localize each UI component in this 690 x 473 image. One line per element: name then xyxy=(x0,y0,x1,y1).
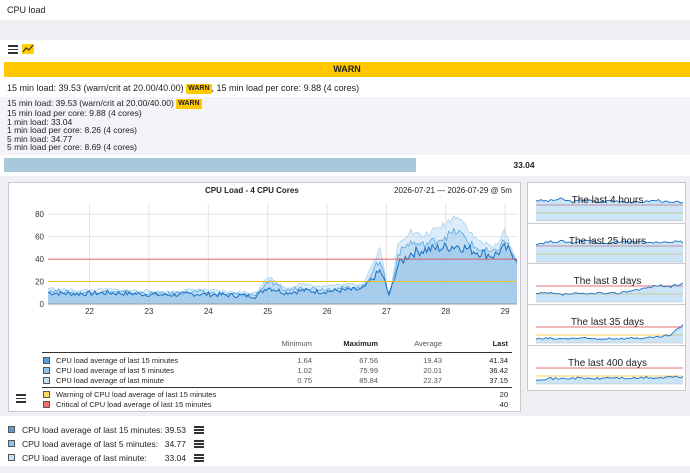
legend-divider xyxy=(42,352,512,353)
legend-avg: 19.43 xyxy=(423,356,442,365)
details-line: 15 min load per core: 9.88 (4 cores) xyxy=(7,108,142,118)
legend-name: CPU load average of last 5 minutes xyxy=(56,366,174,375)
thumbnail-label: The last 25 hours xyxy=(568,236,647,247)
legend-row: CPU load average of last 15 minutes 1.64… xyxy=(42,356,512,366)
legend-min: 1.02 xyxy=(297,366,312,375)
details-line: 1 min load per core: 8.26 (4 cores) xyxy=(7,125,137,135)
thumbnail-label: The last 4 hours xyxy=(571,195,644,206)
legend-last: 20 xyxy=(499,390,508,399)
thumbnail-label: The last 400 days xyxy=(568,358,647,369)
legend-swatch xyxy=(43,357,50,364)
footer-strip xyxy=(0,466,690,473)
metric-menu-icon[interactable] xyxy=(194,454,204,462)
legend-min: 0.75 xyxy=(297,376,312,385)
legend-row: CPU load average of last 5 minutes 1.02 … xyxy=(42,366,512,376)
details-line: 5 min load per core: 8.69 (4 cores) xyxy=(7,142,137,152)
legend-row: Warning of CPU load average of last 15 m… xyxy=(42,390,512,400)
metric-menu-icon[interactable] xyxy=(194,440,204,448)
legend-header-minimum: Minimum xyxy=(281,339,312,348)
series-area xyxy=(48,243,517,304)
legend-max: 85.84 xyxy=(359,376,378,385)
y-tick-label: 40 xyxy=(35,255,44,264)
x-tick-label: 24 xyxy=(204,307,213,316)
page-title: CPU load xyxy=(0,0,690,20)
legend-row: CPU load average of last minute 0.75 85.… xyxy=(42,376,512,386)
y-tick-label: 0 xyxy=(40,300,45,309)
state-badge: WARN xyxy=(4,62,690,77)
details-warn-badge: WARN xyxy=(176,99,202,109)
x-tick-label: 26 xyxy=(323,307,332,316)
summary-suffix: , 15 min load per core: 9.88 (4 cores) xyxy=(211,83,360,93)
thumbnail-label: The last 8 days xyxy=(573,276,642,287)
legend-name: CPU load average of last minute xyxy=(56,376,164,385)
legend-last: 36.42 xyxy=(489,366,508,375)
legend-max: 75.99 xyxy=(359,366,378,375)
menu-icon[interactable] xyxy=(8,45,18,54)
metric-swatch xyxy=(8,426,15,433)
graph-icon[interactable] xyxy=(22,44,34,54)
service-details: 15 min load: 39.53 (warn/crit at 20.00/4… xyxy=(0,97,690,155)
thumbnail-graph[interactable]: The last 8 days xyxy=(527,263,686,309)
metric-swatch xyxy=(8,440,15,447)
legend-last: 41.34 xyxy=(489,356,508,365)
metric-value: 33.04 xyxy=(164,453,186,463)
thumbnail-sparkline xyxy=(535,367,684,385)
legend-swatch xyxy=(43,401,50,408)
header-spacer xyxy=(0,20,690,40)
x-tick-label: 29 xyxy=(501,307,510,316)
cpu-load-chart[interactable]: 0 20 40 60 80 22 23 24 25 26 27 28 29 xyxy=(20,198,520,323)
x-tick-label: 22 xyxy=(85,307,94,316)
metric-swatch xyxy=(8,454,15,461)
y-tick-label: 60 xyxy=(35,233,44,242)
graph-title: CPU Load - 4 CPU Cores xyxy=(205,186,299,195)
legend-swatch xyxy=(43,367,50,374)
legend-last: 40 xyxy=(499,400,508,409)
summary-prefix: 15 min load: 39.53 (warn/crit at 20.00/4… xyxy=(7,83,184,93)
legend-menu-icon[interactable] xyxy=(16,394,26,403)
toolbar xyxy=(0,40,690,60)
metric-menu-icon[interactable] xyxy=(194,426,204,434)
legend-last: 37.15 xyxy=(489,376,508,385)
x-tick-label: 27 xyxy=(382,307,391,316)
legend-name: CPU load average of last 15 minutes xyxy=(56,356,179,365)
metric-label: CPU load average of last 15 minutes: xyxy=(22,425,163,435)
metric-value: 39.53 xyxy=(164,425,186,435)
thumbnail-graph[interactable]: The last 400 days xyxy=(527,345,686,391)
metric-value: 34.77 xyxy=(164,439,186,449)
legend-swatch xyxy=(43,377,50,384)
thumbnail-graph[interactable]: The last 35 days xyxy=(527,304,686,350)
legend-header-average: Average xyxy=(414,339,442,348)
legend-row: Critical of CPU load average of last 15 … xyxy=(42,400,512,410)
service-summary: 15 min load: 39.53 (warn/crit at 20.00/4… xyxy=(0,80,690,96)
perfometer-value: 33.04 xyxy=(513,160,535,170)
legend-avg: 22.37 xyxy=(423,376,442,385)
graph-time-range: 2026-07-21 — 2026-07-29 @ 5m xyxy=(394,186,512,195)
x-tick-label: 28 xyxy=(441,307,450,316)
legend-header-last: Last xyxy=(492,339,508,348)
legend-swatch xyxy=(43,391,50,398)
legend-header-maximum: Maximum xyxy=(343,339,378,348)
warn-badge: WARN xyxy=(186,84,212,94)
legend-name: Critical of CPU load average of last 15 … xyxy=(56,400,212,409)
legend-name: Warning of CPU load average of last 15 m… xyxy=(56,390,217,399)
legend-divider xyxy=(42,387,512,388)
metric-label: CPU load average of last minute: xyxy=(22,453,147,463)
legend-header: Minimum Maximum Average Last xyxy=(42,339,512,349)
y-tick-label: 20 xyxy=(35,278,44,287)
thumbnail-graph[interactable]: The last 4 hours xyxy=(527,182,686,228)
x-tick-label: 23 xyxy=(144,307,153,316)
legend-min: 1.64 xyxy=(297,356,312,365)
metric-label: CPU load average of last 5 minutes: xyxy=(22,439,159,449)
x-tick-label: 25 xyxy=(263,307,272,316)
thumbnail-label: The last 35 days xyxy=(570,317,645,328)
legend-avg: 20.01 xyxy=(423,366,442,375)
legend-max: 67.56 xyxy=(359,356,378,365)
y-tick-label: 80 xyxy=(35,210,44,219)
